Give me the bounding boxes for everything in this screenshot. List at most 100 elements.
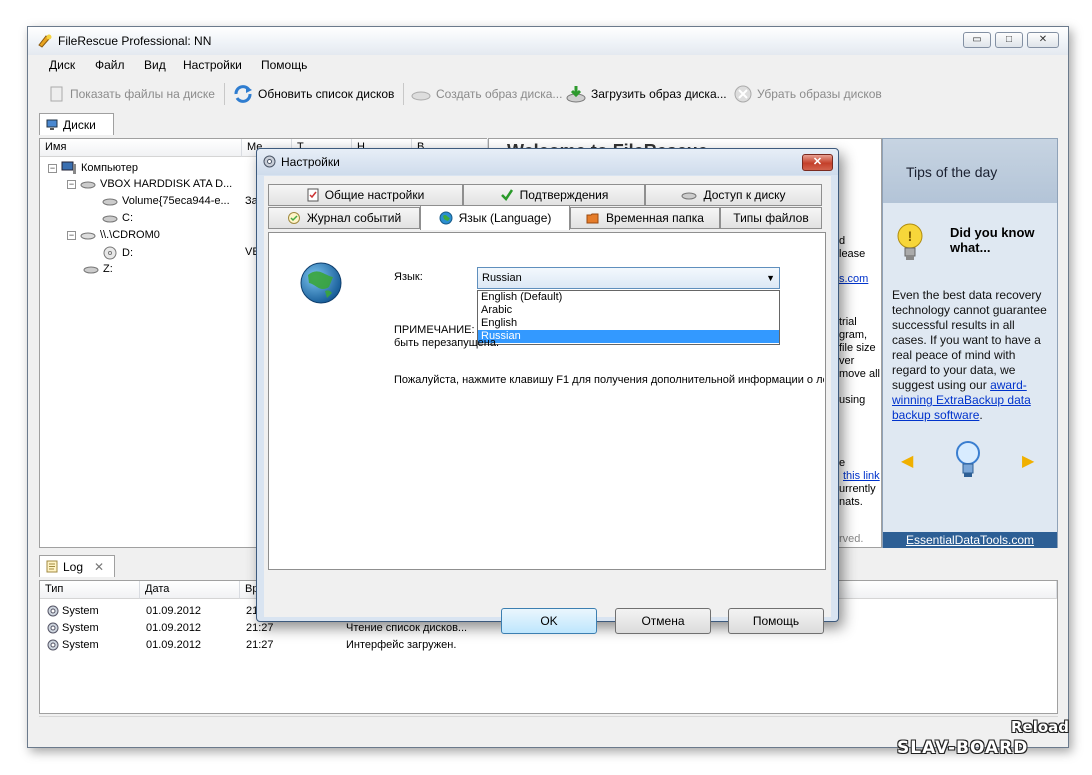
tree-item-harddisk[interactable]: − VBOX HARDDISK ATA D... — [67, 178, 232, 190]
welcome-text: ver — [839, 355, 855, 367]
disk-image-icon — [411, 91, 431, 101]
tree-item-computer[interactable]: − Компьютер — [48, 161, 138, 175]
tree-item-z-drive[interactable]: Z: — [83, 263, 113, 275]
close-log-tab-icon[interactable]: ✕ — [94, 560, 104, 574]
essentialdatatools-link[interactable]: EssentialDataTools.com — [883, 532, 1057, 548]
language-dropdown-list[interactable]: English (Default) Arabic English Russian — [477, 290, 780, 345]
welcome-text: e — [839, 457, 846, 469]
tab-file-types[interactable]: Типы файлов — [720, 207, 822, 229]
tree-item-cdrom[interactable]: − \\.\CDROM0 — [67, 229, 160, 241]
settings-dialog: Настройки ✕ Общие настройки Подтверждени… — [256, 148, 839, 634]
settings-icon — [263, 155, 276, 168]
column-header-date[interactable]: Дата — [140, 581, 240, 599]
collapse-icon[interactable]: − — [67, 230, 76, 240]
document-icon — [50, 86, 63, 102]
drive-icon — [102, 198, 118, 206]
watermark-reload: Reload — [1011, 718, 1070, 736]
refresh-icon — [234, 85, 252, 103]
tab-event-log[interactable]: Журнал событий — [268, 207, 420, 229]
tree-item-c-drive[interactable]: C: — [102, 212, 133, 224]
system-gear-icon — [47, 639, 59, 651]
prev-tip-icon[interactable]: ◀ — [901, 451, 913, 471]
disk-icon — [681, 192, 697, 200]
system-gear-icon — [47, 622, 59, 634]
welcome-text: file size — [839, 342, 876, 354]
folder-icon — [586, 213, 599, 224]
language-option[interactable]: English (Default) — [478, 291, 779, 304]
tips-body: Even the best data recovery technology c… — [892, 288, 1047, 422]
window-title: FileRescue Professional: NN — [58, 34, 212, 48]
language-option[interactable]: English — [478, 317, 779, 330]
lightbulb-icon: ! — [897, 223, 923, 260]
dialog-title-bar[interactable]: Настройки ✕ — [257, 149, 838, 175]
collapse-icon[interactable]: − — [48, 163, 57, 173]
next-tip-icon[interactable]: ▶ — [1022, 451, 1034, 471]
welcome-text: gram, — [839, 329, 868, 341]
tree-item-volume[interactable]: Volume{75eca944-e... — [102, 195, 230, 207]
load-image-icon — [566, 86, 586, 103]
dialog-body: Общие настройки Подтверждения Доступ к д… — [264, 176, 831, 634]
tab-confirmations[interactable]: Подтверждения — [463, 184, 645, 206]
language-option-selected[interactable]: Russian — [478, 330, 779, 343]
cdrom-icon — [80, 232, 96, 240]
column-header-type[interactable]: Тип — [40, 581, 140, 599]
menu-disk[interactable]: Диск — [49, 58, 75, 72]
create-image-button[interactable]: Создать образ диска... — [410, 83, 562, 105]
dialog-close-button[interactable]: ✕ — [802, 154, 833, 171]
watermark-slav-board: SLAV-BOARD — [897, 738, 1029, 758]
checkmark-icon — [500, 189, 513, 201]
did-you-know-heading: Did you know what... — [950, 225, 1035, 255]
refresh-disks-button[interactable]: Обновить список дисков — [232, 83, 394, 105]
ok-button[interactable]: OK — [501, 608, 597, 634]
event-log-icon — [287, 212, 300, 224]
language-option[interactable]: Arabic — [478, 304, 779, 317]
column-header-name[interactable]: Имя — [40, 139, 242, 157]
toolbar: Показать файлы на диске Обновить список … — [28, 79, 1068, 107]
cancel-button[interactable]: Отмена — [615, 608, 711, 634]
welcome-text: move all — [839, 368, 880, 380]
tab-log[interactable]: Log ✕ — [39, 555, 115, 577]
system-gear-icon — [47, 605, 59, 617]
welcome-text: lease — [839, 248, 866, 260]
app-icon — [38, 34, 52, 48]
tab-general-settings[interactable]: Общие настройки — [268, 184, 463, 206]
svg-text:!: ! — [908, 228, 913, 244]
globe-icon — [439, 211, 453, 225]
monitor-icon — [46, 119, 58, 130]
load-image-button[interactable]: Загрузить образ диска... — [565, 83, 727, 105]
tips-title: Tips of the day — [906, 164, 998, 180]
table-row[interactable]: System 01.09.2012 21:27 Интерфейс загруж… — [40, 637, 1057, 654]
minimize-button[interactable]: ▭ — [963, 32, 991, 48]
tab-temp-folder[interactable]: Временная папка — [570, 207, 720, 229]
welcome-text: d — [839, 235, 846, 247]
menu-settings[interactable]: Настройки — [183, 58, 242, 72]
title-bar[interactable]: FileRescue Professional: NN ▭ □ ✕ — [28, 27, 1068, 55]
tips-header: Tips of the day — [883, 139, 1057, 203]
tab-language[interactable]: Язык (Language) — [420, 205, 570, 230]
note-label: ПРИМЕЧАНИЕ: — [394, 324, 475, 336]
show-files-button[interactable]: Показать файлы на диске — [48, 83, 215, 105]
chevron-down-icon[interactable]: ▼ — [766, 268, 775, 288]
maximize-button[interactable]: □ — [995, 32, 1023, 48]
checklist-icon — [307, 188, 319, 202]
welcome-link[interactable]: this link — [843, 470, 880, 482]
collapse-icon[interactable]: − — [67, 179, 76, 189]
menu-help[interactable]: Помощь — [261, 58, 307, 72]
menu-view[interactable]: Вид — [144, 58, 166, 72]
welcome-link[interactable]: s.com — [839, 273, 868, 285]
note-text: быть перезапущена. — [394, 337, 500, 349]
tab-disk-access[interactable]: Доступ к диску — [645, 184, 822, 206]
close-button[interactable]: ✕ — [1027, 32, 1059, 48]
dialog-title: Настройки — [281, 155, 340, 169]
log-icon — [46, 560, 58, 573]
welcome-text: rved. — [839, 533, 864, 545]
drive-icon — [83, 266, 99, 274]
language-select[interactable]: Russian ▼ — [477, 267, 780, 289]
menu-file[interactable]: Файл — [95, 58, 125, 72]
remove-images-button[interactable]: Убрать образы дисков — [733, 83, 882, 105]
toolbar-separator — [224, 83, 225, 105]
tree-item-d-drive[interactable]: D: — [102, 246, 133, 260]
welcome-text: trial — [839, 316, 857, 328]
tab-disks[interactable]: Диски — [39, 113, 114, 135]
help-button[interactable]: Помощь — [728, 608, 824, 634]
